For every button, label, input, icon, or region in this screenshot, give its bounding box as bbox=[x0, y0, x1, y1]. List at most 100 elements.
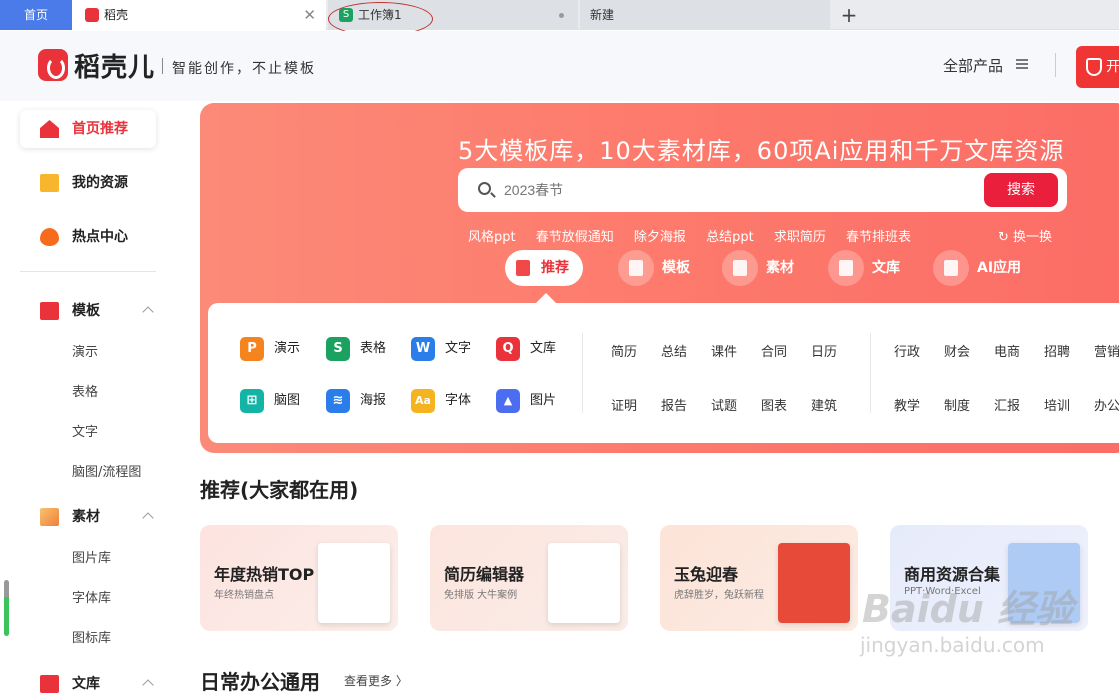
search-button[interactable]: 搜索 bbox=[984, 173, 1058, 207]
hot-word-link[interactable]: 风格ppt bbox=[468, 230, 516, 245]
app-label: 海报 bbox=[360, 393, 387, 408]
sidebar-item-label: 热点中心 bbox=[72, 229, 128, 245]
sidebar-item-hot-center[interactable]: 热点中心 bbox=[20, 218, 156, 256]
divider bbox=[162, 58, 163, 74]
app-library[interactable]: Q 文库 bbox=[496, 337, 556, 361]
hot-word-link[interactable]: 春节放假通知 bbox=[536, 230, 614, 245]
all-products-button[interactable]: 全部产品 bbox=[943, 55, 1003, 76]
recommend-card[interactable]: 玉兔迎春 虎辞胜岁，兔跃新程 bbox=[660, 525, 858, 631]
tag-link[interactable]: 行政 bbox=[894, 341, 920, 360]
divider bbox=[1055, 53, 1056, 77]
card-thumbnail bbox=[318, 543, 390, 623]
tab-label: 模板 bbox=[662, 260, 690, 276]
tag-link[interactable]: 试题 bbox=[711, 395, 737, 414]
tab-recommend[interactable]: 推荐 bbox=[505, 250, 583, 286]
menu-icon[interactable] bbox=[1016, 59, 1028, 69]
sidebar-subitem[interactable]: 表格 bbox=[72, 381, 98, 400]
template-icon bbox=[618, 250, 654, 286]
browser-tab-bar: 首页 稻壳 ✕ S 工作簿1 新建 + bbox=[0, 0, 1119, 36]
tag-link[interactable]: 合同 bbox=[761, 341, 787, 360]
sidebar-subitem[interactable]: 演示 bbox=[72, 341, 98, 360]
chevron-up-icon[interactable] bbox=[142, 306, 154, 318]
mindmap-icon: ⊞ bbox=[240, 389, 264, 413]
app-spreadsheet[interactable]: S 表格 bbox=[326, 337, 386, 361]
tab-workbook[interactable]: S 工作簿1 bbox=[328, 0, 578, 30]
tag-link[interactable]: 招聘 bbox=[1044, 341, 1070, 360]
recommend-card[interactable]: 年度热销TOP 年终热销盘点 bbox=[200, 525, 398, 631]
tag-link[interactable]: 制度 bbox=[944, 395, 970, 414]
watermark: Baidu 经验 bbox=[862, 587, 1074, 631]
app-font[interactable]: Aa 字体 bbox=[411, 389, 471, 413]
card-title: 玉兔迎春 bbox=[674, 565, 739, 584]
tag-link[interactable]: 建筑 bbox=[811, 395, 837, 414]
library-icon bbox=[40, 675, 59, 693]
tag-link[interactable]: 培训 bbox=[1044, 395, 1070, 414]
search-icon bbox=[478, 182, 491, 195]
divider bbox=[582, 333, 583, 413]
tag-link[interactable]: 教学 bbox=[894, 395, 920, 414]
tab-material[interactable]: 素材 bbox=[722, 250, 794, 286]
tab-library[interactable]: 文库 bbox=[828, 250, 900, 286]
tag-link[interactable]: 总结 bbox=[661, 341, 687, 360]
sidebar-section-material[interactable]: 素材 bbox=[20, 502, 156, 532]
chevron-up-icon[interactable] bbox=[142, 512, 154, 524]
hot-word-link[interactable]: 除夕海报 bbox=[634, 230, 686, 245]
docer-logo-icon[interactable] bbox=[38, 49, 68, 81]
sidebar-subitem[interactable]: 图片库 bbox=[72, 547, 111, 566]
sidebar-section-library[interactable]: 文库 bbox=[20, 669, 156, 699]
card-title: 简历编辑器 bbox=[444, 565, 525, 584]
hot-words: 风格ppt 春节放假通知 除夕海报 总结ppt 求职简历 春节排班表 bbox=[468, 226, 927, 245]
card-thumbnail bbox=[778, 543, 850, 623]
sidebar-subitem[interactable]: 字体库 bbox=[72, 587, 111, 606]
card-subtitle: 免排版 大牛案例 bbox=[444, 590, 518, 601]
tag-link[interactable]: 证明 bbox=[611, 395, 637, 414]
spreadsheet-icon: S bbox=[339, 8, 353, 22]
sidebar-subitem[interactable]: 文字 bbox=[72, 421, 98, 440]
app-image[interactable]: ▲ 图片 bbox=[496, 389, 556, 413]
app-presentation[interactable]: P 演示 bbox=[240, 337, 300, 361]
app-label: 演示 bbox=[274, 341, 301, 356]
app-document[interactable]: W 文字 bbox=[411, 337, 471, 361]
tag-link[interactable]: 报告 bbox=[661, 395, 687, 414]
tag-link[interactable]: 财会 bbox=[944, 341, 970, 360]
search-input[interactable] bbox=[504, 180, 964, 200]
tag-link[interactable]: 图表 bbox=[761, 395, 787, 414]
tag-link[interactable]: 电商 bbox=[994, 341, 1020, 360]
tab-label: 文库 bbox=[872, 260, 900, 276]
sidebar-section-label: 素材 bbox=[72, 509, 100, 525]
hot-word-link[interactable]: 春节排班表 bbox=[846, 230, 911, 245]
tab-home[interactable]: 首页 bbox=[0, 0, 72, 30]
sidebar-item-my-resources[interactable]: 我的资源 bbox=[20, 164, 156, 202]
tag-link[interactable]: 汇报 bbox=[994, 395, 1020, 414]
tag-link[interactable]: 课件 bbox=[711, 341, 737, 360]
tag-link[interactable]: 办公 bbox=[1094, 395, 1119, 414]
chevron-up-icon[interactable] bbox=[142, 679, 154, 691]
brand-slogan: 智能创作，不止模板 bbox=[172, 61, 316, 77]
add-tab-button[interactable]: + bbox=[838, 0, 860, 30]
tag-link[interactable]: 营销 bbox=[1094, 341, 1119, 360]
app-mindmap[interactable]: ⊞ 脑图 bbox=[240, 389, 300, 413]
refresh-button[interactable]: ↻ 换一换 bbox=[998, 226, 1052, 245]
sidebar-item-home-recommend[interactable]: 首页推荐 bbox=[20, 110, 156, 148]
open-membership-label: 开 bbox=[1106, 59, 1119, 75]
tag-link[interactable]: 简历 bbox=[611, 341, 637, 360]
view-more-link[interactable]: 查看更多 〉 bbox=[344, 672, 408, 689]
open-membership-button[interactable]: 开 bbox=[1076, 46, 1119, 88]
tab-docer[interactable]: 稻壳 ✕ bbox=[72, 0, 326, 30]
tab-new[interactable]: 新建 bbox=[580, 0, 830, 30]
tab-template[interactable]: 模板 bbox=[618, 250, 690, 286]
hot-word-link[interactable]: 求职简历 bbox=[774, 230, 826, 245]
sidebar-subitem[interactable]: 图标库 bbox=[72, 627, 111, 646]
app-poster[interactable]: ≋ 海报 bbox=[326, 389, 386, 413]
brand-name[interactable]: 稻壳儿 bbox=[74, 47, 155, 84]
close-icon[interactable]: ✕ bbox=[303, 0, 316, 30]
tab-ai-apps[interactable]: AI应用 bbox=[933, 250, 1021, 286]
recommend-card[interactable]: 简历编辑器 免排版 大牛案例 bbox=[430, 525, 628, 631]
library-icon: Q bbox=[496, 337, 520, 361]
sidebar-subitem[interactable]: 脑图/流程图 bbox=[72, 461, 141, 480]
hot-word-link[interactable]: 总结ppt bbox=[706, 230, 754, 245]
sidebar-section-template[interactable]: 模板 bbox=[20, 296, 156, 326]
tag-link[interactable]: 日历 bbox=[811, 341, 837, 360]
shield-icon bbox=[1086, 58, 1102, 76]
scrollbar[interactable] bbox=[4, 580, 9, 636]
